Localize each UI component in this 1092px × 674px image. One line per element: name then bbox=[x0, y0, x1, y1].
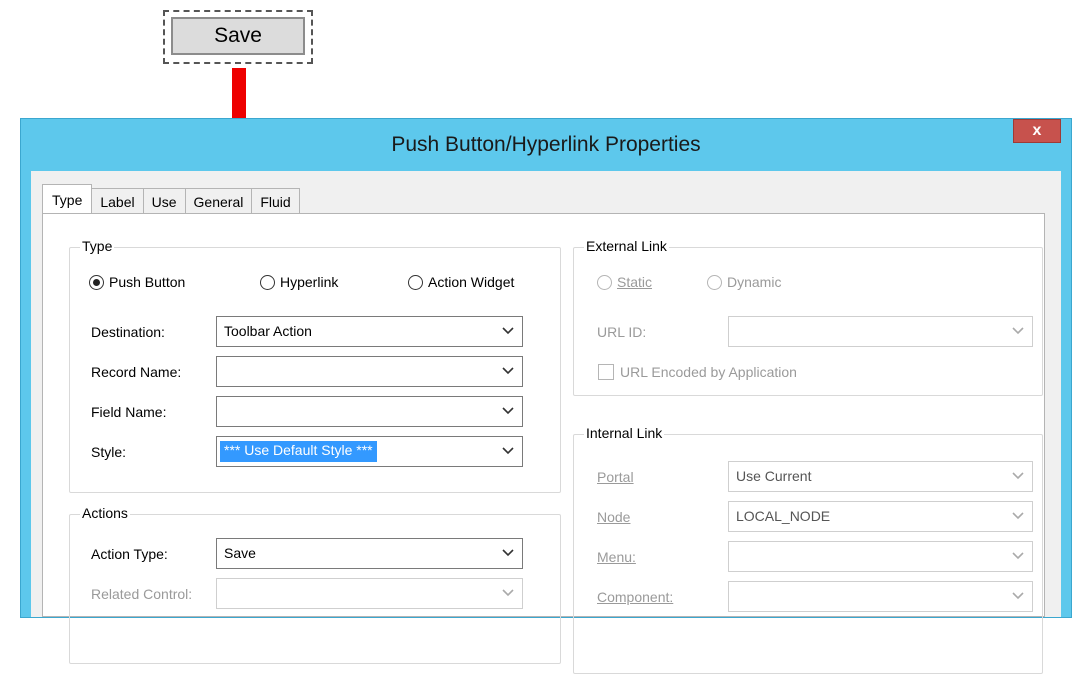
component-select[interactable] bbox=[728, 581, 1033, 612]
record-name-select[interactable] bbox=[216, 356, 523, 387]
node-value: LOCAL_NODE bbox=[736, 508, 831, 524]
chevron-down-icon bbox=[1012, 552, 1024, 560]
internal-link-group: Internal Link Portal Use Current Node LO… bbox=[573, 425, 1043, 674]
external-link-group-title: External Link bbox=[584, 238, 669, 254]
action-type-label: Action Type: bbox=[91, 546, 168, 562]
chevron-down-icon bbox=[502, 367, 514, 375]
menu-select[interactable] bbox=[728, 541, 1033, 572]
type-group: Type Push Button Hyperlink Action Widget… bbox=[69, 238, 561, 493]
tab-fluid[interactable]: Fluid bbox=[251, 188, 300, 214]
checkbox-unchecked-icon bbox=[598, 364, 614, 380]
chevron-down-icon bbox=[1012, 512, 1024, 520]
tab-label[interactable]: Label bbox=[91, 188, 144, 214]
tab-general[interactable]: General bbox=[184, 188, 253, 214]
node-select[interactable]: LOCAL_NODE bbox=[728, 501, 1033, 532]
style-select[interactable]: *** Use Default Style *** bbox=[216, 436, 523, 467]
chevron-down-icon bbox=[502, 407, 514, 415]
radio-unchecked-icon bbox=[408, 274, 423, 290]
chevron-down-icon bbox=[1012, 472, 1024, 480]
field-name-select[interactable] bbox=[216, 396, 523, 427]
internal-link-group-title: Internal Link bbox=[584, 425, 665, 441]
radio-unchecked-icon bbox=[597, 274, 612, 290]
destination-select[interactable]: Toolbar Action bbox=[216, 316, 523, 347]
radio-static-label: Static bbox=[617, 274, 653, 290]
tab-use[interactable]: Use bbox=[142, 188, 186, 214]
action-type-select[interactable]: Save bbox=[216, 538, 523, 569]
chevron-down-icon bbox=[502, 549, 514, 557]
radio-checked-icon bbox=[89, 274, 104, 290]
radio-hyperlink-label: Hyperlink bbox=[280, 274, 339, 290]
chevron-down-icon bbox=[502, 447, 514, 455]
related-control-select[interactable] bbox=[216, 578, 523, 609]
url-encoded-checkbox[interactable]: URL Encoded by Application bbox=[598, 364, 797, 380]
chevron-down-icon bbox=[1012, 327, 1024, 335]
portal-select[interactable]: Use Current bbox=[728, 461, 1033, 492]
related-control-label: Related Control: bbox=[91, 586, 193, 602]
radio-dynamic[interactable]: Dynamic bbox=[707, 274, 781, 290]
url-id-label: URL ID: bbox=[597, 324, 647, 340]
chevron-down-icon bbox=[502, 327, 514, 335]
destination-value: Toolbar Action bbox=[224, 323, 312, 339]
dialog-titlebar[interactable]: Push Button/Hyperlink Properties x bbox=[21, 119, 1071, 171]
radio-dynamic-label: Dynamic bbox=[727, 274, 782, 290]
radio-hyperlink[interactable]: Hyperlink bbox=[260, 274, 338, 290]
save-button[interactable]: Save bbox=[171, 17, 305, 55]
action-type-value: Save bbox=[224, 545, 256, 561]
radio-unchecked-icon bbox=[707, 274, 722, 290]
style-selected-value: *** Use Default Style *** bbox=[220, 441, 377, 462]
chevron-down-icon bbox=[1012, 592, 1024, 600]
radio-action-widget[interactable]: Action Widget bbox=[408, 274, 514, 290]
dialog-client-area: Type Label Use General Fluid Type Push B… bbox=[31, 171, 1061, 674]
record-name-label: Record Name: bbox=[91, 364, 182, 380]
close-button[interactable]: x bbox=[1013, 119, 1061, 143]
portal-value: Use Current bbox=[736, 468, 812, 484]
radio-unchecked-icon bbox=[260, 274, 275, 290]
properties-dialog: Push Button/Hyperlink Properties x Type … bbox=[20, 118, 1072, 674]
radio-push-button-label: Push Button bbox=[109, 274, 186, 290]
radio-static[interactable]: Static bbox=[597, 274, 652, 290]
url-encoded-label: URL Encoded by Application bbox=[620, 364, 797, 380]
chevron-down-icon bbox=[502, 589, 514, 597]
tab-strip: Type Label Use General Fluid bbox=[42, 184, 300, 214]
radio-action-widget-label: Action Widget bbox=[428, 274, 515, 290]
external-link-group: External Link Static Dynamic URL ID: URL… bbox=[573, 238, 1043, 396]
portal-label: Portal bbox=[597, 469, 634, 485]
url-id-select[interactable] bbox=[728, 316, 1033, 347]
actions-group: Actions Action Type: Save Related Contro… bbox=[69, 505, 561, 664]
tab-type[interactable]: Type bbox=[42, 184, 93, 214]
radio-push-button[interactable]: Push Button bbox=[89, 274, 185, 290]
node-label: Node bbox=[597, 509, 631, 525]
type-group-title: Type bbox=[80, 238, 115, 254]
menu-label: Menu: bbox=[597, 549, 636, 565]
style-label: Style: bbox=[91, 444, 127, 460]
actions-group-title: Actions bbox=[80, 505, 130, 521]
tab-panel-type: Type Push Button Hyperlink Action Widget… bbox=[42, 213, 1045, 674]
component-label: Component: bbox=[597, 589, 674, 605]
dialog-title: Push Button/Hyperlink Properties bbox=[391, 133, 701, 156]
destination-label: Destination: bbox=[91, 324, 165, 340]
field-name-label: Field Name: bbox=[91, 404, 167, 420]
save-button-focus-outline: Save bbox=[163, 10, 313, 64]
